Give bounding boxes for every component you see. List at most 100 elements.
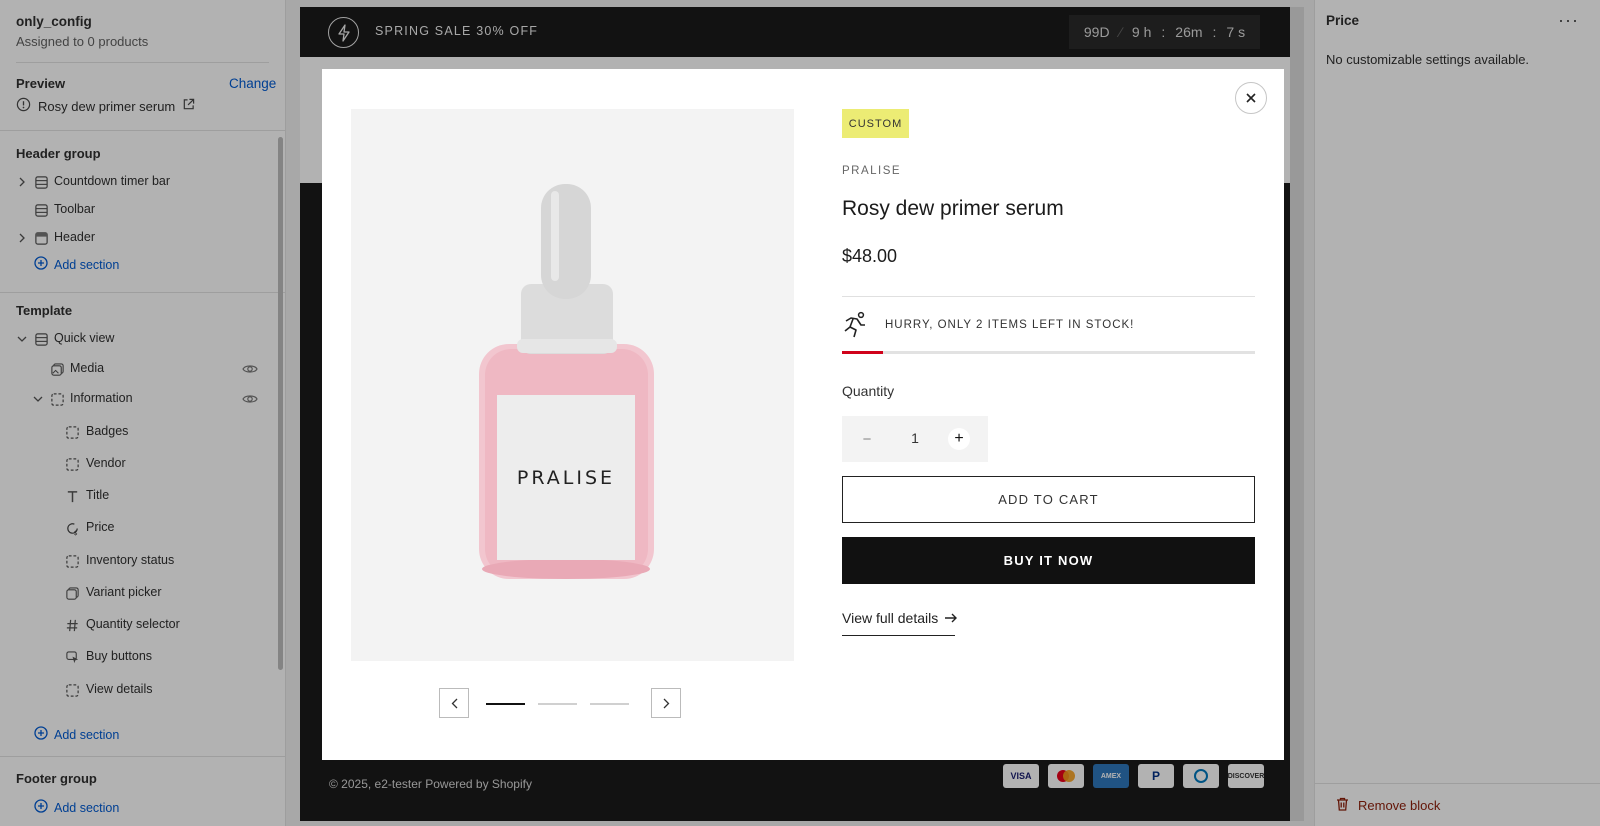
plus-circle-icon [34, 799, 48, 816]
mastercard-icon [1048, 764, 1084, 788]
group-block-icon [49, 391, 65, 407]
chevron-right-icon [663, 698, 669, 708]
tree-item-label: Price [86, 520, 115, 534]
tree-item-label: Buy buttons [86, 649, 153, 663]
close-icon [1246, 93, 1256, 103]
tree-item-label: Variant picker [86, 585, 162, 599]
chevron-right-icon[interactable] [16, 232, 28, 244]
product-image[interactable]: PRALISE [351, 109, 794, 661]
tree-item-vendor[interactable]: Vendor [0, 453, 270, 475]
announcement-text: SPRING SALE 30% OFF [375, 24, 539, 38]
running-person-icon [842, 311, 870, 339]
colon: : [1212, 24, 1217, 40]
text-icon [64, 488, 80, 504]
tree-item-inventory-status[interactable]: Inventory status [0, 550, 270, 572]
add-section-button[interactable]: Add section [34, 799, 119, 816]
preview-frame-edge [1290, 7, 1304, 821]
header-section-icon [33, 230, 49, 246]
tree-item-label: Header [54, 230, 95, 244]
tree-item-toolbar[interactable]: Toolbar [0, 199, 270, 221]
tree-item-label: Quantity selector [86, 617, 180, 631]
divider [0, 756, 285, 757]
assigned-products-count: Assigned to 0 products [16, 34, 149, 49]
eye-icon[interactable] [242, 361, 258, 377]
divider [1315, 783, 1600, 784]
gallery-dot-active[interactable] [486, 703, 525, 705]
panel-title: Price [1326, 13, 1360, 28]
view-full-details-link[interactable]: View full details [842, 610, 958, 626]
tree-item-label: Information [70, 391, 133, 405]
gallery-dot[interactable] [590, 703, 629, 705]
remove-block-button[interactable]: Remove block [1336, 797, 1440, 814]
timer-days: 99D [1083, 24, 1110, 40]
close-modal-button[interactable] [1235, 82, 1267, 114]
payment-icons: VISA AMEX P DISCOVER [1003, 764, 1264, 788]
external-link-icon[interactable] [182, 98, 195, 114]
inventory-bar [842, 351, 1255, 354]
lightning-icon [328, 17, 359, 48]
media-icon [49, 361, 65, 377]
previous-image-button[interactable] [439, 688, 469, 718]
plus-circle-icon [34, 726, 48, 743]
block-settings-panel: Price ··· No customizable settings avail… [1314, 0, 1600, 826]
timer-hours: 9 h [1131, 24, 1152, 40]
block-icon [64, 424, 80, 440]
decrease-quantity-button[interactable]: − [856, 428, 878, 450]
tree-item-header[interactable]: Header [0, 227, 270, 249]
tree-item-label: Inventory status [86, 553, 175, 567]
tree-item-information[interactable]: Information [0, 388, 270, 410]
remove-block-label: Remove block [1358, 798, 1441, 813]
tree-item-label: Vendor [86, 456, 126, 470]
more-options-icon[interactable]: ··· [1558, 10, 1580, 30]
settings-message: No customizable settings available. [1326, 52, 1530, 67]
tree-item-variant-picker[interactable]: Variant picker [0, 582, 270, 604]
preview-product[interactable]: Rosy dew primer serum [16, 97, 195, 115]
tree-item-label: Toolbar [54, 202, 95, 216]
preview-product-name: Rosy dew primer serum [38, 98, 176, 114]
diners-icon [1183, 764, 1219, 788]
chevron-right-icon[interactable] [16, 176, 28, 188]
block-icon [64, 553, 80, 569]
block-icon [64, 456, 80, 472]
increase-quantity-button[interactable]: + [948, 428, 970, 450]
tree-item-view-details[interactable]: View details [0, 679, 270, 701]
tree-item-buy-buttons[interactable]: Buy buttons [0, 646, 270, 668]
next-image-button[interactable] [651, 688, 681, 718]
countdown-timer-bar: SPRING SALE 30% OFF 99D ∕ 9 h : 26m : 7 … [300, 7, 1290, 57]
tree-item-label: Media [70, 361, 105, 375]
tree-item-quick-view[interactable]: Quick view [0, 328, 270, 350]
tree-item-label: Quick view [54, 331, 115, 345]
add-section-label: Add section [54, 257, 120, 272]
template-title: Template [16, 303, 73, 318]
chevron-down-icon[interactable] [16, 333, 28, 345]
add-section-button[interactable]: Add section [34, 726, 119, 743]
chevron-down-icon[interactable] [32, 393, 44, 405]
svg-text:$: $ [73, 529, 77, 536]
tree-item-title[interactable]: Title [0, 485, 270, 507]
quantity-stepper: − 1 + [842, 416, 988, 462]
eye-icon[interactable] [242, 391, 258, 407]
add-section-label: Add section [54, 800, 120, 815]
quantity-label: Quantity [842, 383, 895, 399]
plus-circle-icon [34, 256, 48, 273]
sidebar-scrollbar[interactable] [278, 137, 283, 670]
add-to-cart-button[interactable]: ADD TO CART [842, 476, 1255, 523]
add-section-button[interactable]: Add section [34, 256, 119, 273]
buy-it-now-button[interactable]: BUY IT NOW [842, 537, 1255, 584]
config-name: only_config [16, 14, 92, 29]
change-preview-link[interactable]: Change [229, 76, 276, 91]
divider [0, 130, 285, 131]
tree-item-quantity-selector[interactable]: Quantity selector [0, 614, 270, 636]
tree-item-badges[interactable]: Badges [0, 421, 270, 443]
gallery-dot[interactable] [538, 703, 577, 705]
quantity-value[interactable]: 1 [908, 430, 922, 446]
chevron-left-icon [451, 698, 457, 708]
product-price: $48.00 [842, 246, 898, 266]
tree-item-countdown-timer-bar[interactable]: Countdown timer bar [0, 171, 270, 193]
timer-seconds: 7 s [1226, 24, 1246, 40]
tree-item-label: Countdown timer bar [54, 174, 171, 188]
tree-item-price[interactable]: $ Price [0, 517, 270, 539]
divider [0, 292, 285, 293]
divider [842, 296, 1255, 297]
tree-item-media[interactable]: Media [0, 358, 270, 380]
